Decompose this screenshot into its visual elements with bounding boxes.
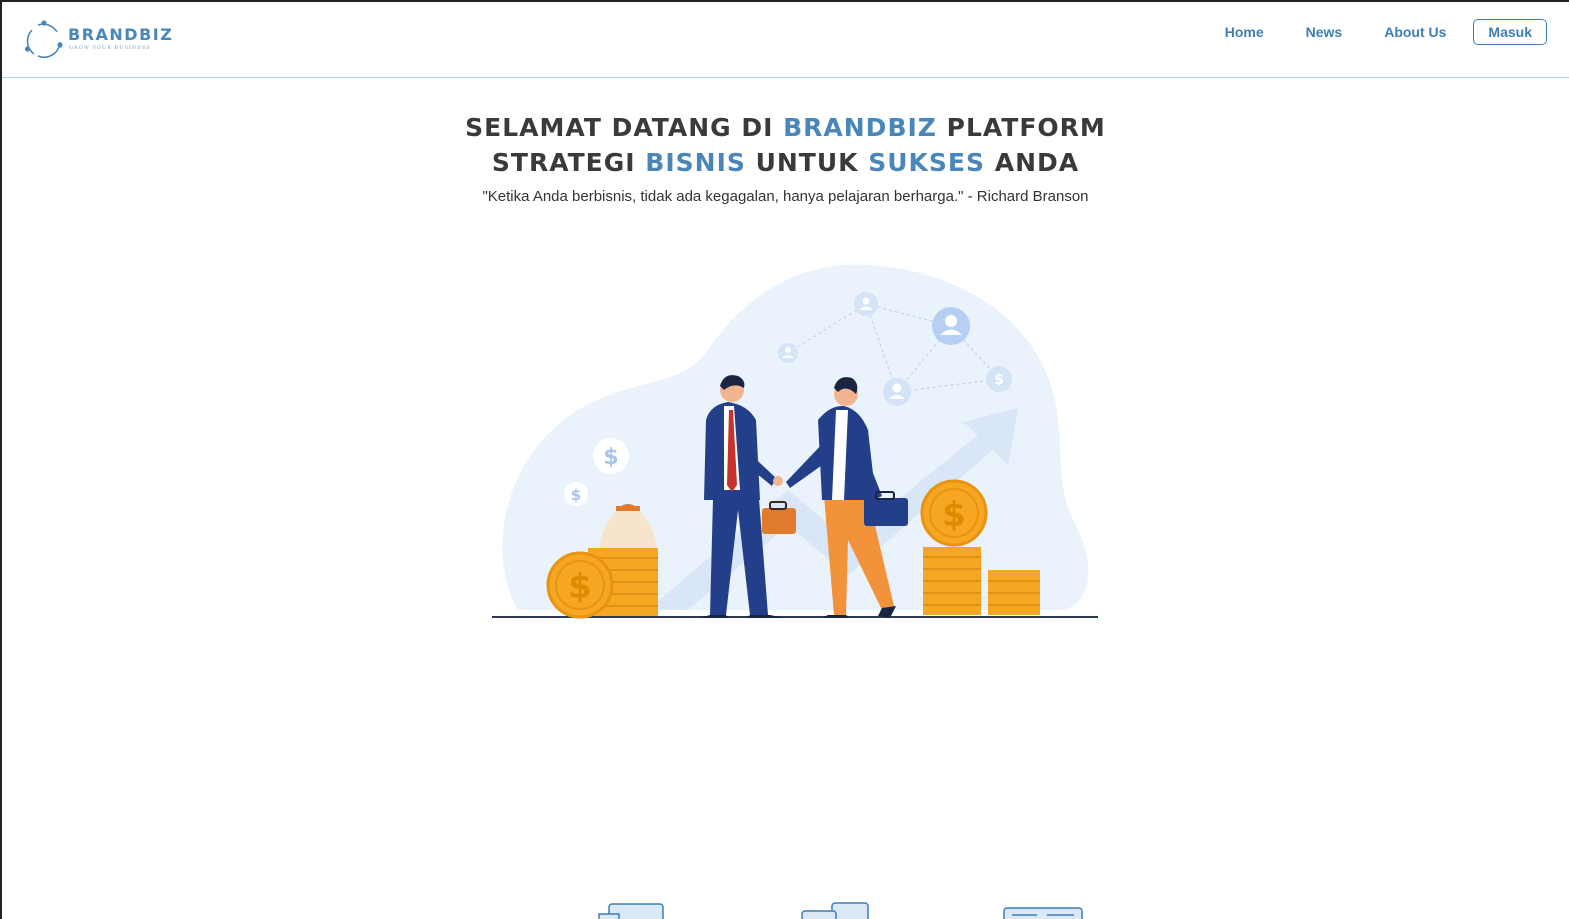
business-handshake-illustration: $ $ $ $ $ xyxy=(492,264,1098,619)
hero-title-line-2: STRATEGI BISNIS UNTUK SUKSES ANDA xyxy=(2,145,1569,180)
hero-title-text: PLATFORM xyxy=(936,113,1106,142)
hero-title-text: UNTUK xyxy=(745,148,869,177)
hero-title-text: ANDA xyxy=(985,148,1080,177)
logo[interactable]: BRANDBIZ GROW YOUR BUSINESS xyxy=(24,20,174,64)
hero-title-highlight: BRANDBIZ xyxy=(783,113,937,142)
hero-title: SELAMAT DATANG DI BRANDBIZ PLATFORM STRA… xyxy=(2,110,1569,180)
nav-links: Home News About Us Masuk xyxy=(1183,19,1547,45)
logo-name: BRANDBIZ xyxy=(68,25,174,44)
hero-title-text: STRATEGI xyxy=(491,148,646,177)
hero-title-line-1: SELAMAT DATANG DI BRANDBIZ PLATFORM xyxy=(2,110,1569,145)
svg-text:$: $ xyxy=(571,486,581,504)
svg-text:$: $ xyxy=(942,495,966,535)
login-button[interactable]: Masuk xyxy=(1473,19,1547,45)
hero-quote: "Ketika Anda berbisnis, tidak ada kegaga… xyxy=(482,188,1089,205)
page: BRANDBIZ GROW YOUR BUSINESS Home News Ab… xyxy=(0,0,1569,919)
document-icon xyxy=(598,903,664,919)
feature-icons-row xyxy=(598,902,1083,919)
hero-title-highlight: SUKSES xyxy=(868,148,986,177)
devices-icon xyxy=(801,902,869,919)
navbar: BRANDBIZ GROW YOUR BUSINESS Home News Ab… xyxy=(2,2,1569,78)
svg-text:$: $ xyxy=(994,372,1004,388)
nav-news-link[interactable]: News xyxy=(1306,24,1343,40)
brandbiz-logo-icon xyxy=(24,20,63,58)
hero-title-highlight: BISNIS xyxy=(645,148,746,177)
svg-text:$: $ xyxy=(603,445,618,470)
nav-home-link[interactable]: Home xyxy=(1225,24,1264,40)
hero-title-text: SELAMAT DATANG DI xyxy=(465,113,784,142)
logo-tagline: GROW YOUR BUSINESS xyxy=(69,45,151,51)
svg-text:$: $ xyxy=(568,567,592,607)
nav-about-link[interactable]: About Us xyxy=(1384,24,1446,40)
browser-icon xyxy=(1003,907,1083,919)
